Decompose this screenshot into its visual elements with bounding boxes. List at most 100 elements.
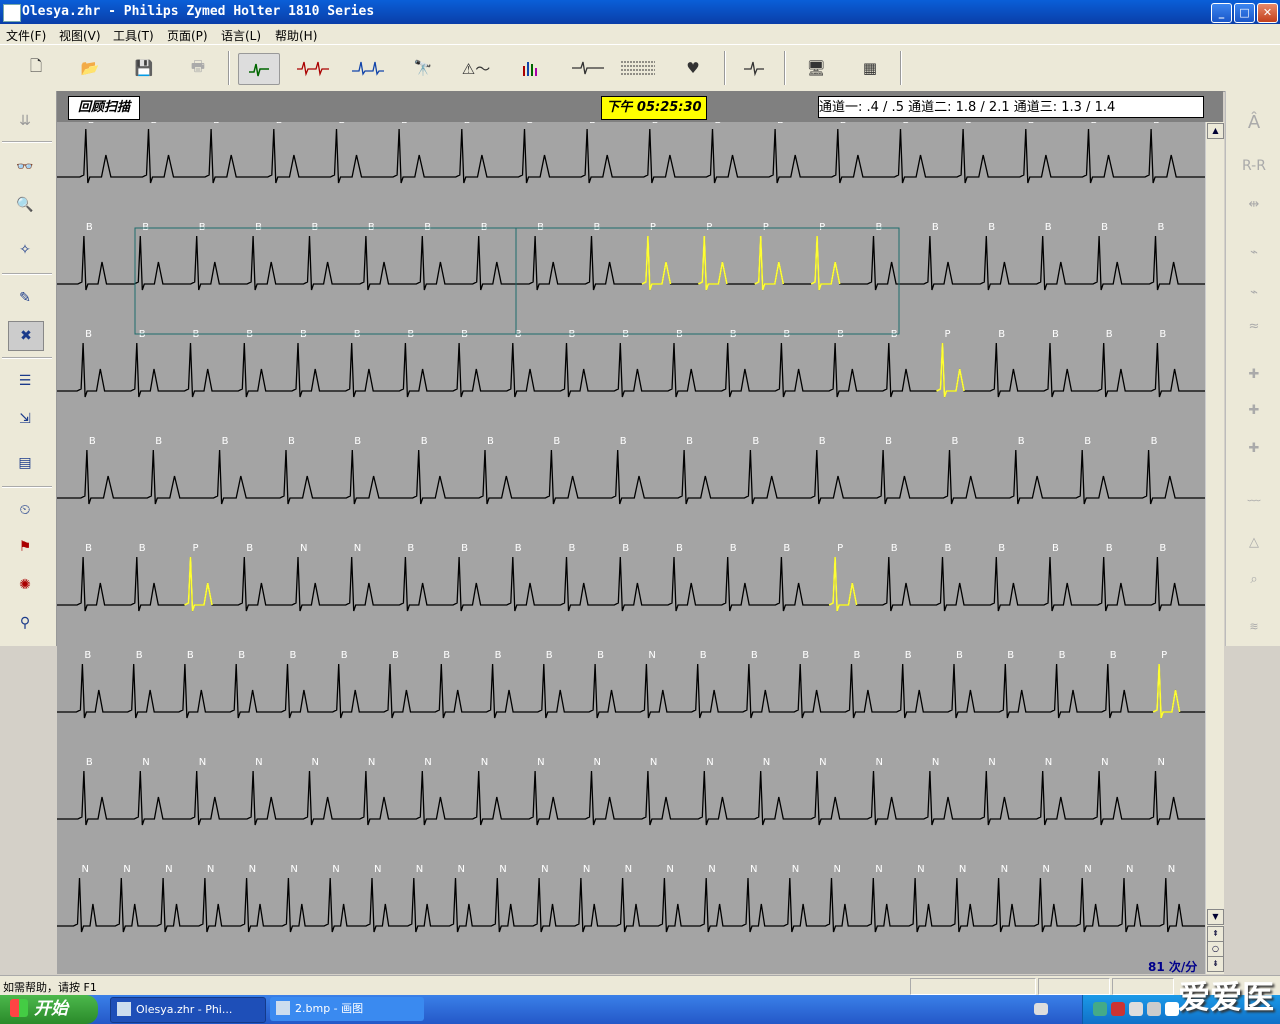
menu-view[interactable]: 视图(V) [59,27,101,44]
beat-label[interactable]: B [85,329,92,340]
beat-label[interactable]: N [594,757,601,768]
beat-label[interactable]: B [288,436,295,447]
beat-label[interactable]: B [151,122,158,126]
scroll-up-arrow-icon[interactable]: ▲ [1207,123,1224,139]
rr-arrow-icon[interactable]: ⇹ [1234,191,1274,217]
beat-label[interactable]: N [583,864,590,875]
beat-label[interactable]: B [392,650,399,661]
scroll-down-icon[interactable]: ⇊ [8,107,42,135]
beat-label[interactable]: N [199,757,206,768]
beat-label[interactable]: B [276,122,283,126]
close-button[interactable]: ✕ [1257,3,1278,23]
beat-label[interactable]: N [312,757,319,768]
input-icon[interactable] [1165,1002,1179,1016]
beat-label[interactable]: B [1158,222,1165,233]
minimize-button[interactable]: _ [1211,3,1232,23]
beat-label[interactable]: N [1001,864,1008,875]
beat-label[interactable]: P [837,543,843,554]
beat-label[interactable]: N [666,864,673,875]
edit-strip-icon[interactable]: ✎ [8,284,42,312]
beat-label[interactable]: N [123,864,130,875]
beat-label[interactable]: B [290,650,297,661]
beat-label[interactable]: B [1052,329,1059,340]
beat-label[interactable]: B [622,543,629,554]
beat-label[interactable]: B [339,122,346,126]
beat-label[interactable]: B [222,436,229,447]
beat-label[interactable]: N [932,757,939,768]
beat-label[interactable]: N [1158,757,1165,768]
noise-icon[interactable]: ≈ [1234,313,1274,339]
beat-label[interactable]: N [1084,864,1091,875]
print-icon[interactable]: 🖶 [178,53,218,83]
menu-language[interactable]: 语言(L) [221,27,261,44]
monitor-icon[interactable]: 🖥 [796,53,836,83]
app-icon[interactable] [3,4,21,22]
beat-label[interactable]: B [1159,543,1166,554]
beat-label[interactable]: N [1042,864,1049,875]
beat-label[interactable]: N [917,864,924,875]
beat-label[interactable]: B [354,436,361,447]
ecg-strips[interactable]: B B B B B B B B B B B B B B B B B B B B B B B B B B B B P P P P B B B B B B B B… [57,122,1205,974]
printer-icon[interactable] [1129,1002,1143,1016]
beat-label[interactable]: N [541,864,548,875]
beat-label[interactable]: B [1059,650,1066,661]
beat-label[interactable]: B [1084,436,1091,447]
beat-label[interactable]: B [341,650,348,661]
beat-label[interactable]: B [988,222,995,233]
beat-label[interactable]: B [752,436,759,447]
ecg-cross-icon[interactable] [568,53,608,83]
amplitude-button[interactable]: Â [1234,109,1274,135]
beat-label[interactable]: B [700,650,707,661]
beat-label[interactable]: B [1052,543,1059,554]
beat-label[interactable]: B [932,222,939,233]
beat-label[interactable]: B [1091,122,1098,126]
task-paint[interactable]: 2.bmp - 画图 [270,997,424,1021]
beat-label[interactable]: N [1045,757,1052,768]
new-doc-icon[interactable]: 🗋 [16,53,56,83]
channels-icon[interactable]: ≋ [1234,613,1274,639]
beat-label[interactable]: N [875,864,882,875]
beat-label[interactable]: B [840,122,847,126]
beat-label[interactable]: B [620,436,627,447]
beat-label[interactable]: B [85,543,92,554]
beat-label[interactable]: B [597,650,604,661]
beat-label[interactable]: B [88,122,95,126]
scroll-page-down-icon[interactable]: ⇟ [1207,956,1224,972]
beat-label[interactable]: B [885,436,892,447]
premature-beat-trace[interactable] [184,556,213,612]
beat-label[interactable]: B [515,543,522,554]
beat-label[interactable]: B [1153,122,1160,126]
beat-label[interactable]: B [903,122,910,126]
beat-label[interactable]: B [686,436,693,447]
beat-label[interactable]: N [82,864,89,875]
premature-beat-trace[interactable] [828,556,858,612]
vertical-scrollbar[interactable]: ▲ ▼ ⇞ ○ ⇟ [1205,122,1224,974]
beat-label[interactable]: N [1126,864,1133,875]
beat-label[interactable]: B [676,543,683,554]
beat-label[interactable]: N [165,864,172,875]
speed-icon[interactable]: ⏲ [8,496,42,524]
beat-label[interactable]: B [751,650,758,661]
beat-label[interactable]: N [819,757,826,768]
beat-label[interactable]: B [945,543,952,554]
beat-label[interactable]: B [1106,543,1113,554]
beat-label[interactable]: B [1045,222,1052,233]
beat-label[interactable]: B [443,650,450,661]
menu-help[interactable]: 帮助(H) [275,27,317,44]
beat-label[interactable]: N [458,864,465,875]
list-view-icon[interactable]: ☰ [8,367,42,395]
binoculars-small-icon[interactable]: ⚲ [8,609,42,637]
beat-label[interactable]: B [139,543,146,554]
beat-label[interactable]: B [1018,436,1025,447]
beat-up-icon[interactable]: ⌁ [1234,239,1274,265]
beat-label[interactable]: B [998,329,1005,340]
beat-label[interactable]: B [84,650,91,661]
beat-label[interactable]: B [553,436,560,447]
beat-down-icon[interactable]: ⌁ [1234,279,1274,305]
beat-label[interactable]: B [854,650,861,661]
beat-label[interactable]: B [715,122,722,126]
beat-label[interactable]: B [461,543,468,554]
menu-file[interactable]: 文件(F) [6,27,46,44]
beat-label[interactable]: B [1159,329,1166,340]
beat-label[interactable]: B [952,436,959,447]
